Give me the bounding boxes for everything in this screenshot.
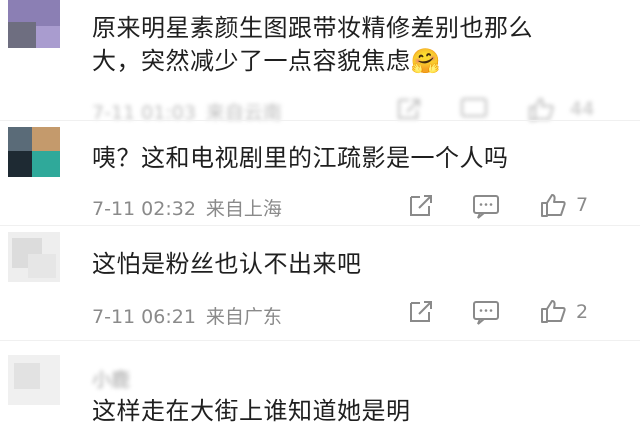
- thumbs-up-icon[interactable]: [527, 96, 555, 122]
- avatar[interactable]: [8, 232, 60, 282]
- share-icon[interactable]: [407, 193, 435, 219]
- like-count: 7: [576, 194, 589, 216]
- divider: [0, 340, 640, 341]
- comment-item-1: 原来明星素颜生图跟带妆精修差别也那么 大，突然减少了一点容貌焦虑🤗 7-11 0…: [0, 0, 640, 124]
- divider: [0, 120, 640, 121]
- thumbs-up-icon[interactable]: [539, 298, 567, 324]
- comment-icon[interactable]: [460, 96, 488, 122]
- comment-date: 7-11 02:32: [92, 198, 196, 220]
- like-count: 2: [576, 301, 589, 323]
- comment-meta: 7-11 06:21 来自广东: [92, 302, 282, 329]
- comment-item-3: 这怕是粉丝也认不出来吧 7-11 06:21 来自广东 2: [0, 228, 640, 338]
- emoji: 🤗: [410, 47, 441, 75]
- divider: [0, 225, 640, 226]
- share-icon[interactable]: [395, 96, 423, 122]
- avatar[interactable]: [8, 127, 60, 177]
- like-count: 44: [570, 98, 595, 120]
- comment-text: 原来明星素颜生图跟带妆精修差别也那么 大，突然减少了一点容貌焦虑🤗: [92, 14, 533, 75]
- comment-username[interactable]: 小鹿: [92, 365, 130, 392]
- comment-text: 咦？这和电视剧里的江疏影是一个人吗: [92, 144, 509, 172]
- comment-text: 这怕是粉丝也认不出来吧: [92, 250, 362, 278]
- avatar[interactable]: [8, 355, 60, 405]
- comment-icon[interactable]: [472, 299, 500, 325]
- comment-icon[interactable]: [472, 193, 500, 219]
- thumbs-up-icon[interactable]: [539, 192, 567, 218]
- avatar[interactable]: [8, 0, 60, 48]
- comment-location: 来自广东: [205, 306, 282, 328]
- comment-item-2: 咦？这和电视剧里的江疏影是一个人吗 7-11 02:32 来自上海 7: [0, 125, 640, 225]
- blur-overlay: [420, 360, 640, 441]
- comment-meta: 7-11 02:32 来自上海: [92, 194, 282, 221]
- share-icon[interactable]: [407, 299, 435, 325]
- comment-location: 来自上海: [205, 198, 282, 220]
- comment-date: 7-11 06:21: [92, 306, 196, 328]
